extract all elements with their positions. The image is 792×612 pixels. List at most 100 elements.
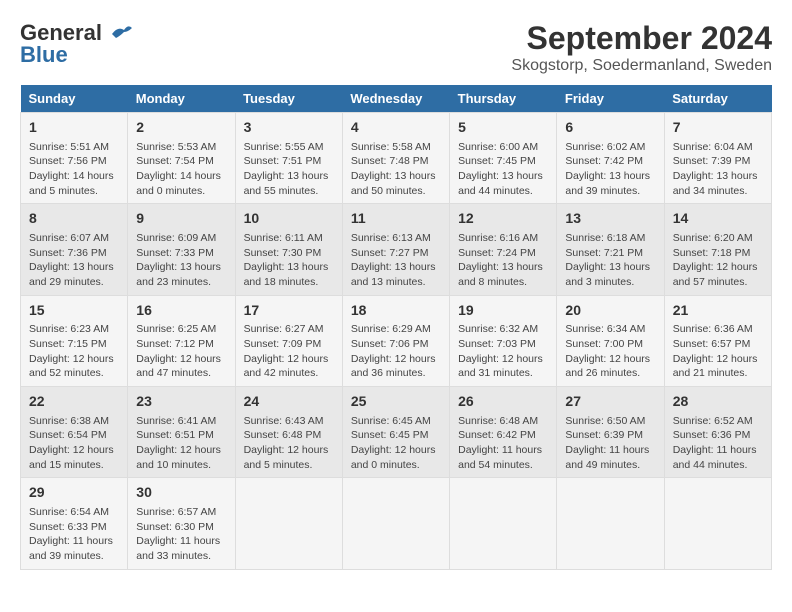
day-number: 27 <box>565 392 655 412</box>
calendar-cell <box>664 478 771 569</box>
day-number: 30 <box>136 483 226 503</box>
calendar-cell: 22Sunrise: 6:38 AM Sunset: 6:54 PM Dayli… <box>21 387 128 478</box>
day-info: Sunrise: 6:20 AM Sunset: 7:18 PM Dayligh… <box>673 231 763 290</box>
day-number: 22 <box>29 392 119 412</box>
day-info: Sunrise: 5:58 AM Sunset: 7:48 PM Dayligh… <box>351 140 441 199</box>
calendar-cell: 9Sunrise: 6:09 AM Sunset: 7:33 PM Daylig… <box>128 204 235 295</box>
day-number: 29 <box>29 483 119 503</box>
logo-bird-icon <box>110 24 134 44</box>
day-info: Sunrise: 6:36 AM Sunset: 6:57 PM Dayligh… <box>673 322 763 381</box>
day-number: 18 <box>351 301 441 321</box>
day-info: Sunrise: 6:27 AM Sunset: 7:09 PM Dayligh… <box>244 322 334 381</box>
day-info: Sunrise: 5:55 AM Sunset: 7:51 PM Dayligh… <box>244 140 334 199</box>
calendar-cell: 19Sunrise: 6:32 AM Sunset: 7:03 PM Dayli… <box>450 295 557 386</box>
day-info: Sunrise: 6:11 AM Sunset: 7:30 PM Dayligh… <box>244 231 334 290</box>
week-row-2: 15Sunrise: 6:23 AM Sunset: 7:15 PM Dayli… <box>21 295 772 386</box>
header-wednesday: Wednesday <box>342 85 449 113</box>
calendar-cell: 28Sunrise: 6:52 AM Sunset: 6:36 PM Dayli… <box>664 387 771 478</box>
calendar-cell: 15Sunrise: 6:23 AM Sunset: 7:15 PM Dayli… <box>21 295 128 386</box>
calendar-cell: 12Sunrise: 6:16 AM Sunset: 7:24 PM Dayli… <box>450 204 557 295</box>
day-info: Sunrise: 6:48 AM Sunset: 6:42 PM Dayligh… <box>458 414 548 473</box>
day-number: 10 <box>244 209 334 229</box>
day-info: Sunrise: 6:43 AM Sunset: 6:48 PM Dayligh… <box>244 414 334 473</box>
day-number: 24 <box>244 392 334 412</box>
calendar-header: SundayMondayTuesdayWednesdayThursdayFrid… <box>21 85 772 113</box>
calendar-cell: 7Sunrise: 6:04 AM Sunset: 7:39 PM Daylig… <box>664 113 771 204</box>
calendar-cell: 5Sunrise: 6:00 AM Sunset: 7:45 PM Daylig… <box>450 113 557 204</box>
calendar-cell: 18Sunrise: 6:29 AM Sunset: 7:06 PM Dayli… <box>342 295 449 386</box>
day-number: 19 <box>458 301 548 321</box>
calendar-cell: 23Sunrise: 6:41 AM Sunset: 6:51 PM Dayli… <box>128 387 235 478</box>
day-info: Sunrise: 6:09 AM Sunset: 7:33 PM Dayligh… <box>136 231 226 290</box>
calendar-cell <box>557 478 664 569</box>
day-info: Sunrise: 6:41 AM Sunset: 6:51 PM Dayligh… <box>136 414 226 473</box>
day-number: 7 <box>673 118 763 138</box>
day-info: Sunrise: 6:04 AM Sunset: 7:39 PM Dayligh… <box>673 140 763 199</box>
header-monday: Monday <box>128 85 235 113</box>
day-info: Sunrise: 6:57 AM Sunset: 6:30 PM Dayligh… <box>136 505 226 564</box>
calendar-cell: 2Sunrise: 5:53 AM Sunset: 7:54 PM Daylig… <box>128 113 235 204</box>
day-info: Sunrise: 6:16 AM Sunset: 7:24 PM Dayligh… <box>458 231 548 290</box>
day-number: 3 <box>244 118 334 138</box>
day-info: Sunrise: 6:00 AM Sunset: 7:45 PM Dayligh… <box>458 140 548 199</box>
day-number: 14 <box>673 209 763 229</box>
week-row-3: 22Sunrise: 6:38 AM Sunset: 6:54 PM Dayli… <box>21 387 772 478</box>
calendar-cell: 10Sunrise: 6:11 AM Sunset: 7:30 PM Dayli… <box>235 204 342 295</box>
day-info: Sunrise: 5:51 AM Sunset: 7:56 PM Dayligh… <box>29 140 119 199</box>
day-info: Sunrise: 6:45 AM Sunset: 6:45 PM Dayligh… <box>351 414 441 473</box>
day-number: 23 <box>136 392 226 412</box>
week-row-1: 8Sunrise: 6:07 AM Sunset: 7:36 PM Daylig… <box>21 204 772 295</box>
calendar-cell: 6Sunrise: 6:02 AM Sunset: 7:42 PM Daylig… <box>557 113 664 204</box>
day-info: Sunrise: 6:18 AM Sunset: 7:21 PM Dayligh… <box>565 231 655 290</box>
calendar-cell <box>342 478 449 569</box>
calendar-cell: 4Sunrise: 5:58 AM Sunset: 7:48 PM Daylig… <box>342 113 449 204</box>
day-info: Sunrise: 6:23 AM Sunset: 7:15 PM Dayligh… <box>29 322 119 381</box>
header-friday: Friday <box>557 85 664 113</box>
day-info: Sunrise: 6:25 AM Sunset: 7:12 PM Dayligh… <box>136 322 226 381</box>
title-block: September 2024 Skogstorp, Soedermanland,… <box>511 20 772 75</box>
header-tuesday: Tuesday <box>235 85 342 113</box>
day-info: Sunrise: 5:53 AM Sunset: 7:54 PM Dayligh… <box>136 140 226 199</box>
day-info: Sunrise: 6:02 AM Sunset: 7:42 PM Dayligh… <box>565 140 655 199</box>
day-info: Sunrise: 6:32 AM Sunset: 7:03 PM Dayligh… <box>458 322 548 381</box>
day-number: 6 <box>565 118 655 138</box>
day-number: 26 <box>458 392 548 412</box>
day-info: Sunrise: 6:34 AM Sunset: 7:00 PM Dayligh… <box>565 322 655 381</box>
calendar-table: SundayMondayTuesdayWednesdayThursdayFrid… <box>20 85 772 570</box>
calendar-cell: 30Sunrise: 6:57 AM Sunset: 6:30 PM Dayli… <box>128 478 235 569</box>
day-number: 8 <box>29 209 119 229</box>
calendar-cell: 16Sunrise: 6:25 AM Sunset: 7:12 PM Dayli… <box>128 295 235 386</box>
calendar-cell: 8Sunrise: 6:07 AM Sunset: 7:36 PM Daylig… <box>21 204 128 295</box>
header-sunday: Sunday <box>21 85 128 113</box>
day-info: Sunrise: 6:13 AM Sunset: 7:27 PM Dayligh… <box>351 231 441 290</box>
header-row: SundayMondayTuesdayWednesdayThursdayFrid… <box>21 85 772 113</box>
calendar-cell: 20Sunrise: 6:34 AM Sunset: 7:00 PM Dayli… <box>557 295 664 386</box>
page-title: September 2024 <box>511 20 772 57</box>
day-info: Sunrise: 6:07 AM Sunset: 7:36 PM Dayligh… <box>29 231 119 290</box>
day-number: 1 <box>29 118 119 138</box>
day-number: 4 <box>351 118 441 138</box>
calendar-cell: 14Sunrise: 6:20 AM Sunset: 7:18 PM Dayli… <box>664 204 771 295</box>
day-number: 17 <box>244 301 334 321</box>
calendar-cell: 29Sunrise: 6:54 AM Sunset: 6:33 PM Dayli… <box>21 478 128 569</box>
header-saturday: Saturday <box>664 85 771 113</box>
day-number: 16 <box>136 301 226 321</box>
day-number: 21 <box>673 301 763 321</box>
day-info: Sunrise: 6:50 AM Sunset: 6:39 PM Dayligh… <box>565 414 655 473</box>
week-row-4: 29Sunrise: 6:54 AM Sunset: 6:33 PM Dayli… <box>21 478 772 569</box>
calendar-cell: 25Sunrise: 6:45 AM Sunset: 6:45 PM Dayli… <box>342 387 449 478</box>
day-info: Sunrise: 6:54 AM Sunset: 6:33 PM Dayligh… <box>29 505 119 564</box>
calendar-cell <box>450 478 557 569</box>
calendar-cell: 13Sunrise: 6:18 AM Sunset: 7:21 PM Dayli… <box>557 204 664 295</box>
calendar-cell: 3Sunrise: 5:55 AM Sunset: 7:51 PM Daylig… <box>235 113 342 204</box>
calendar-cell: 21Sunrise: 6:36 AM Sunset: 6:57 PM Dayli… <box>664 295 771 386</box>
day-info: Sunrise: 6:29 AM Sunset: 7:06 PM Dayligh… <box>351 322 441 381</box>
calendar-cell <box>235 478 342 569</box>
day-number: 15 <box>29 301 119 321</box>
day-number: 11 <box>351 209 441 229</box>
logo: General Blue <box>20 20 134 68</box>
calendar-cell: 17Sunrise: 6:27 AM Sunset: 7:09 PM Dayli… <box>235 295 342 386</box>
page-subtitle: Skogstorp, Soedermanland, Sweden <box>511 57 772 75</box>
day-number: 5 <box>458 118 548 138</box>
day-number: 20 <box>565 301 655 321</box>
